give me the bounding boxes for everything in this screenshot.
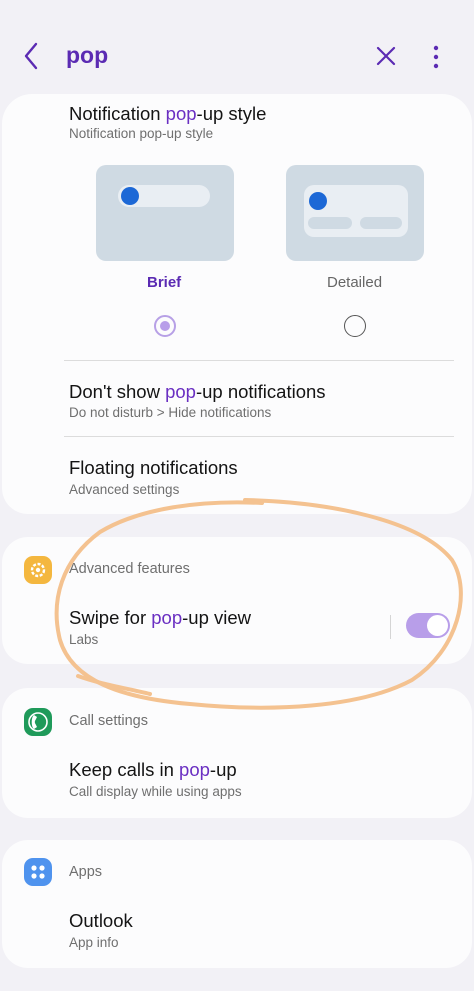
apps-grid-badge-icon [31, 865, 45, 879]
outlook-row[interactable]: Outlook App info [2, 892, 472, 962]
detailed-radio[interactable] [344, 315, 366, 337]
popup-style-subtitle: Notification pop-up style [69, 126, 214, 141]
call-settings-card: Call settings Keep calls in pop-up Call … [2, 688, 472, 818]
detailed-preview-illustration [304, 185, 408, 237]
outlook-title: Outlook [69, 910, 133, 931]
chevron-left-icon [24, 42, 38, 70]
brief-radio[interactable] [154, 315, 176, 337]
detailed-option-label: Detailed [327, 274, 383, 291]
advanced-features-card: Advanced features Swipe for pop-up view … [2, 537, 472, 664]
floating-notifications-row[interactable]: Floating notifications Advanced settings [2, 438, 472, 512]
keep-calls-popup-row[interactable]: Keep calls in pop-up Call display while … [2, 742, 472, 814]
outlook-subtitle: App info [69, 935, 119, 950]
advanced-features-badge [24, 556, 52, 584]
floating-notifications-subtitle: Advanced settings [69, 482, 180, 497]
phone-badge-icon [28, 712, 48, 732]
swipe-popup-view-row[interactable]: Swipe for pop-up view Labs [2, 591, 472, 661]
keep-calls-popup-subtitle: Call display while using apps [69, 784, 242, 799]
divider [64, 436, 454, 437]
back-button[interactable] [18, 38, 48, 74]
advanced-features-section-label: Advanced features [69, 561, 190, 577]
notifications-card: Notification pop-up style Notification p… [2, 94, 472, 514]
keep-calls-popup-title: Keep calls in pop-up [69, 759, 237, 780]
dont-show-popup-title: Don't show pop-up notifications [69, 381, 326, 402]
close-icon [376, 46, 396, 66]
call-settings-section-label: Call settings [69, 713, 148, 729]
apps-section-label: Apps [69, 864, 103, 880]
call-settings-badge [24, 708, 52, 736]
toggle-knob [427, 615, 448, 636]
floating-notifications-title: Floating notifications [69, 457, 238, 478]
brief-option-label: Brief [147, 274, 182, 291]
swipe-popup-view-subtitle: Labs [69, 632, 99, 647]
divider [64, 360, 454, 361]
toggle-separator [390, 615, 391, 639]
search-query-text[interactable]: pop [66, 42, 108, 69]
gear-badge-icon [30, 562, 46, 578]
more-options-button[interactable] [426, 40, 446, 74]
clear-search-button[interactable] [372, 40, 402, 72]
apps-badge [24, 858, 52, 886]
apps-card: Apps Outlook App info [2, 840, 472, 968]
brief-preview-illustration [118, 185, 210, 207]
brief-style-preview[interactable] [96, 165, 234, 261]
dont-show-popup-row[interactable]: Don't show pop-up notifications Do not d… [2, 362, 472, 436]
more-vertical-icon [433, 45, 439, 69]
detailed-style-preview[interactable] [286, 165, 424, 261]
popup-style-title: Notification pop-up style [69, 103, 267, 124]
swipe-popup-view-title: Swipe for pop-up view [69, 607, 252, 628]
swipe-popup-view-toggle[interactable] [406, 613, 450, 638]
dont-show-popup-subtitle: Do not disturb > Hide notifications [69, 405, 272, 420]
